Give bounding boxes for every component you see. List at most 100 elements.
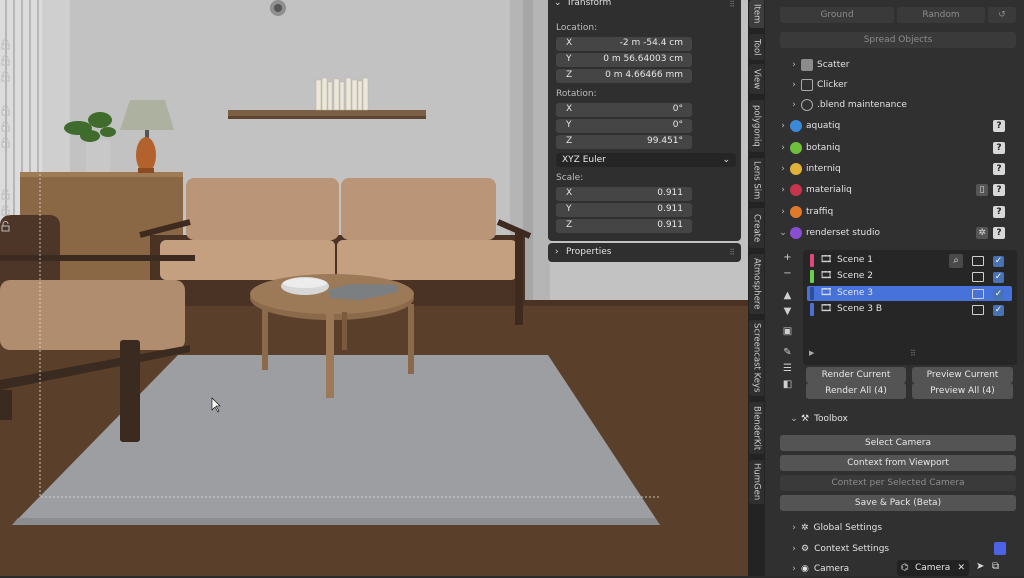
list-icon[interactable]: ☰ xyxy=(781,362,794,375)
context-from-viewport-button[interactable]: Context from Viewport xyxy=(780,455,1016,471)
tab-item[interactable]: Item xyxy=(749,0,764,28)
render-all-button[interactable]: Render All (4) xyxy=(806,383,906,399)
scene-enabled-checkbox[interactable]: ✓ xyxy=(993,256,1004,267)
folder-icon[interactable] xyxy=(972,305,984,315)
spread-objects-button[interactable]: Spread Objects xyxy=(780,32,1016,48)
folder-icon[interactable] xyxy=(972,256,984,266)
3d-viewport[interactable]: ⌄ Transform ⠿ Location: Rotation: Scale:… xyxy=(0,0,748,576)
tab-tool[interactable]: Tool xyxy=(749,34,764,60)
tab-atmosphere[interactable]: Atmosphere xyxy=(749,254,764,314)
tools-icon: ⚒ xyxy=(801,414,810,424)
traffiq-icon xyxy=(790,206,802,218)
preview-current-button[interactable]: Preview Current xyxy=(912,367,1013,383)
add-scene-button[interactable]: + xyxy=(781,251,794,264)
ground-button[interactable]: Ground xyxy=(780,7,894,23)
folder-icon[interactable] xyxy=(972,289,984,299)
tab-lens-sim[interactable]: Lens Sim xyxy=(749,158,764,202)
help-icon[interactable]: ? xyxy=(993,120,1005,132)
gear-icon[interactable]: ✲ xyxy=(976,227,988,239)
lock-icon[interactable] xyxy=(0,121,11,132)
transform-header[interactable]: ⌄ Transform xyxy=(548,0,611,8)
image-icon[interactable]: ▣ xyxy=(781,325,794,338)
rotation-y-field[interactable]: Y 0° xyxy=(556,119,692,133)
clear-icon[interactable]: ✕ xyxy=(957,560,965,576)
scale-z-field[interactable]: Z 0.911 xyxy=(556,219,692,233)
tree-item-traffiq[interactable]: › traffiq xyxy=(778,203,833,221)
tree-item-aquatiq[interactable]: › aquatiq xyxy=(778,117,840,135)
tab-screencast-keys[interactable]: Screencast Keys xyxy=(749,320,764,396)
scene-enabled-checkbox[interactable]: ✓ xyxy=(993,289,1004,300)
folder-icon[interactable] xyxy=(972,272,984,282)
global-settings-item[interactable]: › ✲ Global Settings xyxy=(789,519,882,537)
save-pack-button[interactable]: Save & Pack (Beta) xyxy=(780,495,1016,511)
tree-item-materialiq[interactable]: › materialiq xyxy=(778,181,852,199)
camera-selector[interactable]: ⌬ Camera ✕ xyxy=(897,560,969,576)
lock-icon[interactable] xyxy=(0,189,11,200)
tab-blenderkit[interactable]: BlenderKit xyxy=(749,402,764,454)
scale-y-field[interactable]: Y 0.911 xyxy=(556,203,692,217)
context-settings-item[interactable]: › ⚙ Context Settings xyxy=(789,540,889,558)
help-icon[interactable]: ? xyxy=(993,206,1005,218)
move-down-button[interactable]: ▼ xyxy=(781,305,794,318)
location-y-field[interactable]: Y 0 m 56.64003 cm xyxy=(556,53,692,67)
select-camera-button[interactable]: Select Camera xyxy=(780,435,1016,451)
camera-item[interactable]: › ◉ Camera xyxy=(789,560,849,578)
tree-item-blend-maintenance[interactable]: › .blend maintenance xyxy=(789,96,907,114)
rotation-z-field[interactable]: Z 99.451° xyxy=(556,135,692,149)
tab-view[interactable]: View xyxy=(749,64,764,94)
scene-color-swatch xyxy=(810,287,814,300)
context-per-camera-button[interactable]: Context per Selected Camera xyxy=(780,475,1016,491)
help-icon[interactable]: ? xyxy=(993,163,1005,175)
help-icon[interactable]: ? xyxy=(993,184,1005,196)
random-button[interactable]: Random xyxy=(897,7,985,23)
help-icon[interactable]: ? xyxy=(993,142,1005,154)
lock-icon[interactable] xyxy=(0,137,11,148)
location-z-field[interactable]: Z 0 m 4.66466 mm xyxy=(556,69,692,83)
properties-panel-header[interactable]: › Properties ⠿ xyxy=(548,243,741,262)
pointer-icon[interactable]: ➤ xyxy=(976,561,984,572)
toolbox-header[interactable]: ⌄ ⚒ Toolbox xyxy=(789,410,848,428)
scale-x-field[interactable]: X 0.911 xyxy=(556,187,692,201)
rotation-mode-dropdown[interactable]: XYZ Euler ⌄ xyxy=(556,153,736,167)
gear-icon: ✲ xyxy=(801,523,809,533)
undo-button[interactable]: ↺ xyxy=(988,7,1016,23)
tree-item-interniq[interactable]: › interniq xyxy=(778,160,841,178)
view-camera-icon[interactable]: ⧉ xyxy=(992,561,999,572)
rotation-label: Rotation: xyxy=(556,89,597,99)
chevron-right-icon: › xyxy=(781,121,785,131)
tab-create[interactable]: Create xyxy=(749,208,764,248)
move-up-button[interactable]: ▲ xyxy=(781,289,794,302)
pencil-icon[interactable]: ✎ xyxy=(781,346,794,359)
resize-grip-icon[interactable]: ⠿ xyxy=(910,349,916,358)
paint-icon[interactable]: ◧ xyxy=(781,378,794,391)
tree-item-clicker[interactable]: › Clicker xyxy=(789,76,847,94)
search-icon[interactable]: ⌕ xyxy=(949,254,963,268)
render-current-button[interactable]: Render Current xyxy=(806,367,906,383)
lock-icon[interactable] xyxy=(0,71,11,82)
context-color-swatch[interactable] xyxy=(994,542,1006,555)
lock-icon[interactable] xyxy=(0,221,11,232)
lock-icon[interactable] xyxy=(0,39,11,50)
expand-triangle-icon[interactable]: ▶ xyxy=(809,349,814,357)
film-icon: 🎞 xyxy=(820,270,833,281)
button-label: Ground xyxy=(820,10,854,20)
lock-icon[interactable] xyxy=(0,205,11,216)
rotation-x-field[interactable]: X 0° xyxy=(556,103,692,117)
remove-scene-button[interactable]: − xyxy=(781,267,794,280)
lock-icon[interactable] xyxy=(0,105,11,116)
tree-item-botaniq[interactable]: › botaniq xyxy=(778,139,840,157)
axis-label: X xyxy=(566,38,573,48)
tab-polygoniq[interactable]: polygoniq xyxy=(749,100,764,152)
location-x-field[interactable]: X -2 m -54.4 cm xyxy=(556,37,692,51)
lock-icon[interactable] xyxy=(0,55,11,66)
panel-icon[interactable]: ▯ xyxy=(976,184,988,196)
tab-humgen[interactable]: HumGen xyxy=(749,460,764,504)
help-icon[interactable]: ? xyxy=(993,227,1005,239)
drag-handle-icon[interactable]: ⠿ xyxy=(729,243,735,262)
preview-all-button[interactable]: Preview All (4) xyxy=(912,383,1013,399)
tree-item-renderset-studio[interactable]: ⌄ renderset studio xyxy=(778,224,880,242)
tree-item-scatter[interactable]: › Scatter xyxy=(789,56,849,74)
scene-enabled-checkbox[interactable]: ✓ xyxy=(993,305,1004,316)
drag-handle-icon[interactable]: ⠿ xyxy=(729,0,735,9)
scene-enabled-checkbox[interactable]: ✓ xyxy=(993,272,1004,283)
